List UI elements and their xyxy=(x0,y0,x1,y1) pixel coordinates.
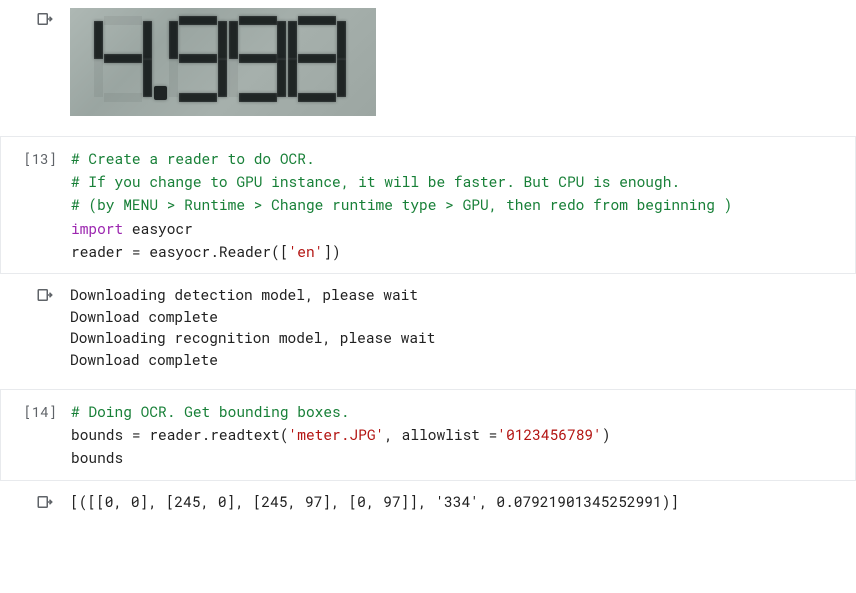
code-gutter-14: [14] xyxy=(1,400,71,421)
code-cell-14[interactable]: [14] # Doing OCR. Get bounding boxes. bo… xyxy=(0,389,856,481)
lcd-digit-9 xyxy=(169,16,227,102)
code-editor-14[interactable]: # Doing OCR. Get bounding boxes. bounds … xyxy=(71,400,835,470)
code-editor-13[interactable]: # Create a reader to do OCR. # If you ch… xyxy=(71,147,835,263)
output-toggle-icon[interactable] xyxy=(36,10,56,28)
output-gutter-13 xyxy=(0,284,70,304)
output-gutter xyxy=(0,8,70,28)
stdout-13: Downloading detection model, please wait… xyxy=(70,284,836,371)
output-cell-13: Downloading detection model, please wait… xyxy=(0,274,856,377)
code-cell-13[interactable]: [13] # Create a reader to do OCR. # If y… xyxy=(0,136,856,274)
output-cell-image xyxy=(0,0,856,124)
code-content-14[interactable]: # Doing OCR. Get bounding boxes. bounds … xyxy=(71,400,855,470)
lcd-digit-4 xyxy=(94,16,152,102)
lcd-meter-image xyxy=(70,8,376,116)
lcd-digit-9b xyxy=(229,16,287,102)
lcd-decimal-dot xyxy=(154,86,168,100)
result-14: [([[0, 0], [245, 0], [245, 97], [0, 97]]… xyxy=(70,491,836,513)
lcd-digit-8 xyxy=(288,16,346,102)
output-content-14: [([[0, 0], [245, 0], [245, 97], [0, 97]]… xyxy=(70,491,856,513)
output-toggle-icon-13[interactable] xyxy=(36,286,56,304)
output-content-13: Downloading detection model, please wait… xyxy=(70,284,856,371)
exec-count-14: [14] xyxy=(23,402,57,421)
exec-count-13: [13] xyxy=(23,149,57,168)
output-toggle-icon-14[interactable] xyxy=(36,493,56,511)
output-content-image xyxy=(70,8,856,116)
output-cell-14: [([[0, 0], [245, 0], [245, 97], [0, 97]]… xyxy=(0,481,856,519)
code-gutter-13: [13] xyxy=(1,147,71,168)
code-content-13[interactable]: # Create a reader to do OCR. # If you ch… xyxy=(71,147,855,263)
output-gutter-14 xyxy=(0,491,70,511)
